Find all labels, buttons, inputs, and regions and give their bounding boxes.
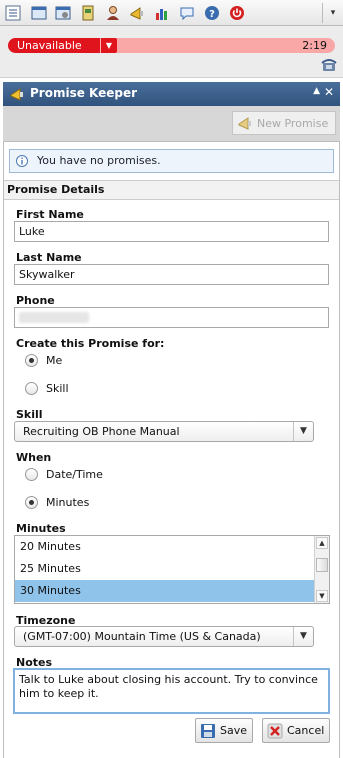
status-bar: Unavailable ▼ 2:19 (8, 38, 335, 53)
skill-select[interactable]: Recruiting OB Phone Manual ▼ (14, 421, 314, 442)
radio-minutes-label: Minutes (46, 496, 90, 509)
phone-icon[interactable] (321, 58, 337, 72)
radio-date-time-label: Date/Time (46, 468, 103, 481)
save-icon (201, 724, 215, 738)
close-icon[interactable]: ✕ (324, 85, 334, 99)
radio-date-time-button[interactable] (25, 468, 38, 481)
action-strip: New Promise (3, 106, 340, 142)
scroll-down-icon[interactable]: ▼ (316, 590, 328, 602)
window-settings-icon[interactable] (54, 4, 72, 22)
megaphone-icon (238, 117, 251, 130)
radio-skill[interactable]: Skill (25, 382, 69, 395)
create-for-label: Create this Promise for: (16, 337, 165, 350)
last-name-field[interactable]: Skywalker (14, 264, 329, 285)
last-name-label: Last Name (16, 251, 82, 264)
minutes-listbox[interactable]: 20 Minutes 25 Minutes 30 Minutes ▲ ▼ (14, 535, 330, 604)
new-promise-label: New Promise (257, 116, 329, 130)
radio-me-button[interactable] (25, 354, 38, 367)
phone-field[interactable] (14, 307, 329, 328)
when-label: When (16, 451, 52, 464)
no-promises-notice: You have no promises. (9, 149, 334, 173)
first-name-label: First Name (16, 208, 84, 221)
list-item[interactable]: 25 Minutes (15, 558, 315, 580)
radio-me[interactable]: Me (25, 354, 62, 367)
toolbar-separator (322, 3, 323, 23)
scroll-up-icon[interactable]: ▲ (316, 537, 328, 549)
agent-state[interactable]: Unavailable (8, 38, 109, 53)
cancel-icon (267, 723, 283, 739)
save-button[interactable]: Save (195, 718, 253, 743)
redacted-phone (19, 312, 89, 323)
first-name-field[interactable]: Luke (14, 221, 329, 242)
state-timer: 2:19 (302, 39, 327, 52)
cancel-label: Cancel (287, 724, 325, 737)
notice-text: You have no promises. (37, 154, 161, 167)
skill-value: Recruiting OB Phone Manual (23, 425, 180, 438)
bar-chart-icon[interactable] (153, 4, 171, 22)
info-icon (16, 155, 28, 167)
radio-skill-label: Skill (46, 382, 69, 395)
listbox-scrollbar[interactable]: ▲ ▼ (314, 536, 329, 603)
section-title: Promise Details (4, 180, 339, 200)
skill-label: Skill (16, 408, 43, 421)
radio-date-time[interactable]: Date/Time (25, 468, 103, 481)
new-promise-button[interactable]: New Promise (232, 111, 336, 135)
minutes-label: Minutes (16, 522, 66, 535)
cancel-button[interactable]: Cancel (262, 718, 330, 743)
list-icon[interactable] (4, 4, 22, 22)
scroll-thumb[interactable] (316, 558, 328, 572)
panel-header: Promise Keeper ▲ ✕ (3, 82, 340, 106)
state-dropdown-icon[interactable]: ▼ (100, 38, 117, 53)
radio-minutes-button[interactable] (25, 496, 38, 509)
main-toolbar: ? ▾ (0, 0, 343, 26)
save-label: Save (220, 724, 248, 737)
panel-title: Promise Keeper (30, 86, 138, 100)
radio-minutes[interactable]: Minutes (25, 496, 89, 509)
radio-me-label: Me (46, 354, 63, 367)
toolbar-menu-caret[interactable]: ▾ (327, 4, 339, 22)
megaphone-icon (9, 86, 25, 102)
power-icon[interactable] (228, 4, 246, 22)
svg-text:?: ? (209, 9, 215, 20)
collapse-icon[interactable]: ▲ (313, 86, 320, 96)
notes-textarea[interactable]: Talk to Luke about closing his account. … (13, 668, 330, 714)
radio-skill-button[interactable] (25, 382, 38, 395)
list-item[interactable]: 20 Minutes (15, 536, 315, 558)
megaphone-icon[interactable] (128, 4, 146, 22)
chat-icon[interactable] (178, 4, 196, 22)
agent-icon[interactable] (104, 4, 122, 22)
timezone-value: (GMT-07:00) Mountain Time (US & Canada) (23, 630, 261, 643)
chevron-down-icon[interactable]: ▼ (293, 422, 313, 441)
list-item-selected[interactable]: 30 Minutes (15, 580, 315, 602)
window-icon[interactable] (30, 4, 48, 22)
help-icon[interactable]: ? (203, 4, 221, 22)
address-book-icon[interactable] (79, 4, 97, 22)
status-area: Unavailable ▼ 2:19 (0, 26, 343, 78)
timezone-select[interactable]: (GMT-07:00) Mountain Time (US & Canada) … (14, 626, 314, 647)
chevron-down-icon[interactable]: ▼ (293, 627, 313, 646)
phone-label: Phone (16, 294, 55, 307)
